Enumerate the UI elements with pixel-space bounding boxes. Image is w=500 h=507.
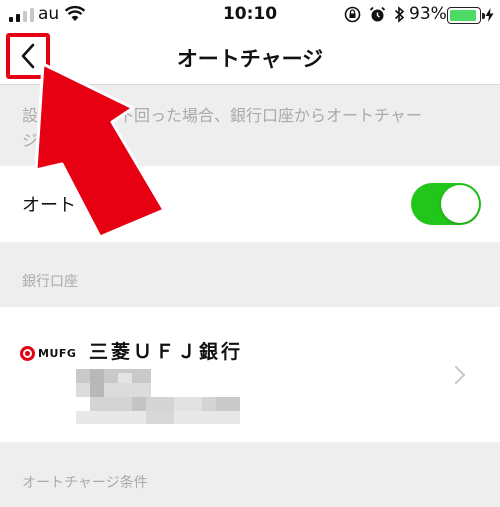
conditions-section-header: オートチャージ条件 xyxy=(22,475,148,491)
mufg-mark-icon xyxy=(20,346,35,361)
battery-percent: 93% xyxy=(409,4,447,24)
alarm-icon xyxy=(369,6,386,22)
bluetooth-icon xyxy=(394,6,405,23)
auto-charge-row: オート ジ xyxy=(0,166,500,242)
chevron-right-icon xyxy=(455,366,465,384)
nav-bar: オートチャージ xyxy=(0,30,500,85)
rotation-lock-icon xyxy=(344,6,361,23)
auto-charge-toggle[interactable] xyxy=(411,183,481,225)
battery-icon xyxy=(447,7,485,24)
bank-logo-text: MUFG xyxy=(38,347,77,360)
status-bar: au 10:10 93% xyxy=(0,0,500,30)
bank-account-row[interactable]: MUFG 三菱ＵＦＪ銀行 xyxy=(0,307,500,442)
toggle-knob xyxy=(441,185,479,223)
bank-name: 三菱ＵＦＪ銀行 xyxy=(89,341,244,363)
auto-charge-description: 設 額を下回った場合、銀行口座からオートチャー ジ 。 xyxy=(22,103,482,153)
charging-icon xyxy=(485,8,494,22)
bank-logo: MUFG xyxy=(20,346,76,361)
bank-section-header: 銀行口座 xyxy=(22,274,78,290)
auto-charge-label: オート ジ xyxy=(22,195,148,216)
description-line-2: ジ 。 xyxy=(22,131,103,150)
page-title: オートチャージ xyxy=(176,47,324,71)
description-line-1: 設 額を下回った場合、銀行口座からオートチャー xyxy=(22,106,422,125)
